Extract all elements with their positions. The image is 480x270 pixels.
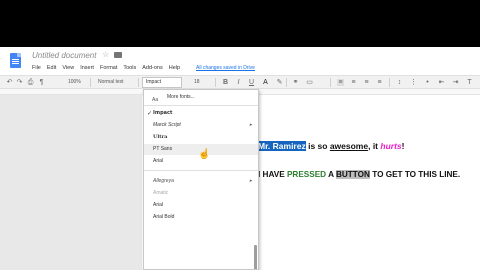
video-frame: Untitled document ☆ File Edit View Inser… xyxy=(0,0,480,270)
doc-header: Untitled document ☆ File Edit View Inser… xyxy=(0,47,480,75)
line2-text: TO GET TO THIS LINE. xyxy=(369,170,461,179)
selected-name-text[interactable]: Mr. Ramirez xyxy=(258,141,306,151)
undo-icon[interactable]: ↶ xyxy=(6,79,13,86)
font-item-label: Arial Bold xyxy=(153,214,175,220)
redo-icon[interactable]: ↷ xyxy=(16,79,23,86)
toolbar-divider xyxy=(90,78,91,87)
folder-icon[interactable] xyxy=(114,52,122,58)
bulleted-list-icon[interactable]: • xyxy=(424,79,431,86)
toolbar-divider xyxy=(389,78,390,87)
font-item-allegreya[interactable]: Allegreya ▸ xyxy=(144,176,258,187)
font-item-label: Marck Script xyxy=(153,122,181,128)
doc-title[interactable]: Untitled document xyxy=(32,51,96,60)
menu-bar: File Edit View Insert Format Tools Add-o… xyxy=(29,63,183,73)
paint-format-icon[interactable]: ¶ xyxy=(38,79,45,86)
align-center-icon[interactable]: ≡ xyxy=(350,79,357,86)
align-right-icon[interactable]: ≡ xyxy=(363,79,370,86)
star-icon[interactable]: ☆ xyxy=(102,50,109,59)
bold-button[interactable]: B xyxy=(222,79,229,86)
font-item-label: Arial xyxy=(153,202,164,208)
dropdown-divider xyxy=(144,170,258,171)
font-item-marck-script[interactable]: Marck Script ▸ xyxy=(144,120,258,131)
print-icon[interactable]: ⎙ xyxy=(27,79,34,86)
zoom-select[interactable]: 100% xyxy=(68,76,81,89)
dropdown-divider xyxy=(144,105,258,106)
highlighted-word: BUTTON xyxy=(335,170,370,179)
font-item-label: PT Sans xyxy=(153,146,173,152)
font-item-label: Ultra xyxy=(153,134,168,140)
font-item-impact[interactable]: ✓ Impact xyxy=(144,108,258,119)
line1-text: is so xyxy=(305,141,330,151)
font-item-label: Impact xyxy=(153,110,173,116)
menu-file[interactable]: File xyxy=(29,63,44,73)
font-item-ultra[interactable]: Ultra xyxy=(144,132,258,143)
font-dropdown: Aa More fonts... ✓ Impact Marck Script ▸… xyxy=(143,89,259,270)
font-select[interactable]: Impact xyxy=(142,77,182,88)
line2-text: I HAVE xyxy=(258,170,287,179)
text-color-icon[interactable]: A xyxy=(262,79,269,86)
submenu-arrow-icon: ▸ xyxy=(249,178,252,184)
docs-logo-icon[interactable] xyxy=(10,53,21,68)
check-icon: ✓ xyxy=(147,110,153,117)
line2-text: A xyxy=(326,170,336,179)
font-item-label: Allegreya xyxy=(153,178,174,184)
menu-format[interactable]: Format xyxy=(97,63,120,73)
menu-addons[interactable]: Add-ons xyxy=(139,63,166,73)
font-item-label: Arial xyxy=(153,158,164,164)
increase-indent-icon[interactable]: ⇥ xyxy=(452,79,459,86)
font-item-label: Amatic xyxy=(153,190,169,196)
line1-text: , it xyxy=(368,141,381,151)
toolbar-divider xyxy=(286,78,287,87)
google-docs-window: Untitled document ☆ File Edit View Inser… xyxy=(0,47,480,270)
font-item-arial-bold[interactable]: Arial Bold xyxy=(144,212,258,223)
align-justify-icon[interactable]: ≡ xyxy=(376,79,383,86)
dropdown-scrollbar[interactable] xyxy=(254,245,257,269)
toolbar-divider xyxy=(138,78,139,87)
link-icon[interactable]: ⚭ xyxy=(292,79,299,86)
font-item-arial-2[interactable]: Arial xyxy=(144,200,258,211)
underline-button[interactable]: U xyxy=(248,79,255,86)
font-item-amatic[interactable]: Amatic xyxy=(144,188,258,199)
green-word: PRESSED xyxy=(286,170,327,179)
menu-view[interactable]: View xyxy=(59,63,77,73)
font-size-select[interactable]: 18 xyxy=(194,76,200,89)
underlined-word: awesome xyxy=(329,141,369,151)
pink-italic-word: hurts xyxy=(380,141,402,151)
menu-tools[interactable]: Tools xyxy=(120,63,139,73)
highlight-pen-icon[interactable]: ✎ xyxy=(276,79,283,86)
line-spacing-icon[interactable]: ↕ xyxy=(396,79,403,86)
saved-status-link[interactable]: All changes saved in Drive xyxy=(196,63,255,73)
more-fonts-label: More fonts... xyxy=(167,94,195,100)
toolbar: ↶ ↷ ⎙ ¶ 100% Normal text Impact 18 B I U… xyxy=(0,75,480,89)
menu-edit[interactable]: Edit xyxy=(44,63,59,73)
toolbar-divider xyxy=(330,78,331,87)
submenu-arrow-icon: ▸ xyxy=(249,122,252,128)
clear-formatting-icon[interactable]: T xyxy=(466,79,473,86)
hand-pointer-icon: ☝ xyxy=(198,149,211,160)
comment-icon[interactable]: ▭ xyxy=(306,79,313,86)
toolbar-divider xyxy=(215,78,216,87)
more-fonts-item[interactable]: Aa More fonts... xyxy=(144,92,258,103)
style-select[interactable]: Normal text xyxy=(98,76,124,89)
align-left-icon[interactable]: ≡ xyxy=(337,79,344,86)
decrease-indent-icon[interactable]: ⇤ xyxy=(438,79,445,86)
menu-insert[interactable]: Insert xyxy=(77,63,97,73)
line1-text: ! xyxy=(401,141,405,151)
doc-line-1[interactable]: Mr. Ramirez is so awesome, it hurts! xyxy=(258,141,404,151)
numbered-list-icon[interactable]: ⋮ xyxy=(410,79,417,86)
menu-help[interactable]: Help xyxy=(166,63,183,73)
italic-button[interactable]: I xyxy=(235,79,242,86)
doc-line-2[interactable]: I HAVE PRESSED A BUTTON TO GET TO THIS L… xyxy=(258,170,460,179)
